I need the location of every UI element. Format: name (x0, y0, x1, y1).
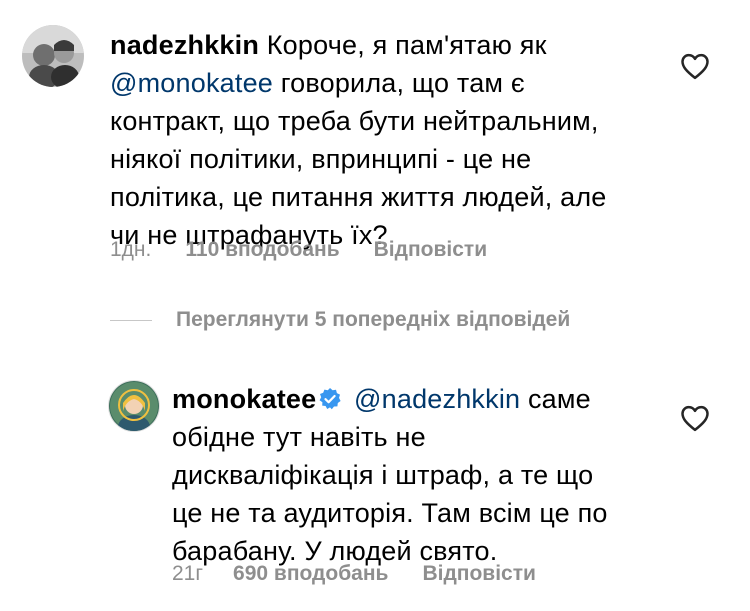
comment-timestamp: 21г (172, 562, 204, 585)
comment-line: дискваліфікація і штраф, а те що (172, 460, 594, 490)
comment-line: контракт, що треба бути нейтральним, (110, 106, 599, 136)
comment-timestamp: 1дн. (110, 238, 152, 261)
mention-link[interactable]: @nadezhkkin (354, 384, 520, 414)
comment-line: @monokatee говорила, що там є (110, 64, 670, 102)
verified-badge-icon (319, 388, 341, 410)
mention-link[interactable]: @monokatee (110, 68, 273, 98)
comment-line: monokatee @nadezhkkin саме (172, 380, 672, 418)
comment-line: політика, це питання життя людей, але (110, 182, 607, 212)
comment-meta: 1дн. 110 вподобань Відповісти (110, 238, 487, 262)
avatar-photo-bw (22, 25, 84, 87)
comment-text-segment: Короче, я пам'ятаю як (266, 30, 547, 60)
comment-body: monokatee @nadezhkkin саме обідне тут на… (172, 380, 672, 570)
avatar-nadezhkkin[interactable] (22, 25, 84, 87)
reply-button[interactable]: Відповісти (422, 562, 535, 586)
comment-meta: 21г 690 вподобань Відповісти (172, 562, 536, 586)
comment-text-segment: саме (520, 384, 591, 414)
comment-body: nadezhkkin Короче, я пам'ятаю як @monoka… (110, 26, 670, 254)
comment-line: це не та аудиторія. Там всім це по (172, 498, 608, 528)
avatar-illustration (109, 381, 159, 431)
view-previous-replies-label: Переглянути 5 попередніх відповідей (176, 308, 571, 331)
comment-line: ніякої політики, впринципі - це не (110, 144, 532, 174)
heart-outline-icon[interactable] (680, 52, 710, 80)
comment-text-segment: говорила, що там є (273, 68, 525, 98)
avatar-monokatee[interactable] (108, 380, 160, 432)
heart-outline-icon[interactable] (680, 404, 710, 432)
likes-count[interactable]: 690 вподобань (233, 562, 388, 586)
view-previous-replies-button[interactable]: Переглянути 5 попередніх відповідей (110, 308, 570, 332)
comment-line: nadezhkkin Короче, я пам'ятаю як (110, 26, 670, 64)
comment-line: обідне тут навіть не (172, 422, 426, 452)
likes-count[interactable]: 110 вподобань (185, 238, 339, 262)
comment-username[interactable]: monokatee (172, 384, 316, 414)
divider-line (110, 319, 152, 321)
reply-button[interactable]: Відповісти (374, 238, 487, 262)
comment-username[interactable]: nadezhkkin (110, 30, 259, 60)
